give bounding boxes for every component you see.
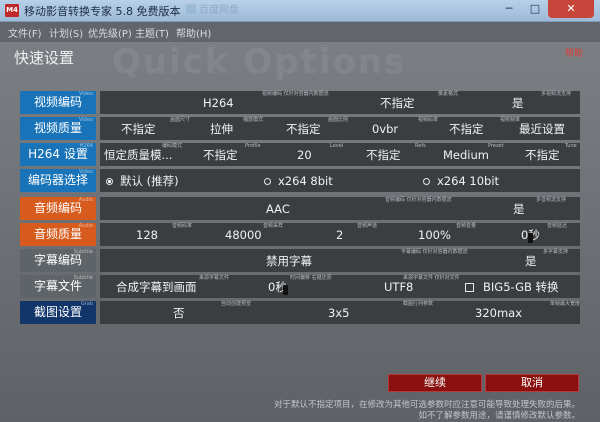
background-window-tab: 百度网盘 xyxy=(186,2,258,20)
radio-icon xyxy=(423,178,430,185)
big5-gb-checkbox[interactable]: BIG5-GB 转换 xyxy=(465,275,559,298)
video-bitrate-select[interactable]: 0vbr xyxy=(372,117,398,140)
cloud-drive-icon xyxy=(186,4,196,14)
help-link[interactable]: 帮助 xyxy=(565,46,583,59)
radio-selected-icon xyxy=(106,178,113,185)
menu-file[interactable]: 文件(F) xyxy=(8,25,42,40)
scale-mode-select[interactable]: 拉伸 xyxy=(210,117,233,140)
audio-quality-options: 音频码率 音频采样 音频声道 音频音量 音频延迟 128 48000 2 100… xyxy=(100,223,580,246)
row-video-quality: 视频质量 Video 画面尺寸 缩放模式 画面比例 视频码率 视频帧率 不指定 拉… xyxy=(20,117,580,140)
hint-text-line-2: 如不了解参数用途，请谨慎修改默认参数。 xyxy=(418,411,580,421)
multi-audio-stream-select[interactable]: 是 xyxy=(513,197,525,220)
subtitle-codec-options: 字幕编码 仅针对容器内数据流 多字幕支持 禁用字幕 是 xyxy=(100,249,580,272)
audio-codec-options: 音频编码 仅针对容器内数据流 多音频流支持 AAC 是 xyxy=(100,197,580,220)
refs-select[interactable]: 不指定 xyxy=(366,143,401,166)
window-title: 移动影音转换专家 5.8 免费版本 xyxy=(24,5,181,18)
page-title: 快速设置 xyxy=(14,49,75,67)
cancel-button[interactable]: 取消 xyxy=(485,374,579,392)
capture-options: 自动创建预览 截图行列参数 单帧最大宽度 否 3x5 320max xyxy=(100,301,580,324)
multi-video-stream-select[interactable]: 是 xyxy=(512,91,524,114)
row-audio-codec: 音频编码 Audio 音频编码 仅针对容器内数据流 多音频流支持 AAC 是 xyxy=(20,197,580,220)
audio-channels-select[interactable]: 2 xyxy=(336,223,343,246)
level-select[interactable]: 20 xyxy=(297,143,312,166)
label-audio-quality[interactable]: 音频质量 Audio xyxy=(20,223,96,246)
burn-subtitle-select[interactable]: 合成字幕到画面 xyxy=(116,275,197,298)
menu-priority[interactable]: 优先级(P) xyxy=(88,25,132,40)
audio-samplerate-select[interactable]: 48000 xyxy=(225,223,262,246)
recent-settings-select[interactable]: 最近设置 xyxy=(519,117,565,140)
audio-bitrate-select[interactable]: 128 xyxy=(136,223,158,246)
menu-theme[interactable]: 主题(T) xyxy=(135,25,169,40)
encoder-x264-8bit-radio[interactable]: x264 8bit xyxy=(264,169,333,192)
encoder-x264-10bit-radio[interactable]: x264 10bit xyxy=(423,169,499,192)
preset-select[interactable]: Medium xyxy=(443,143,489,166)
row-encoder-select: 编码器选择 Video 默认 (推荐) x264 8bit x264 10bit xyxy=(20,169,580,192)
row-capture-settings: 截图设置 Grab 自动创建预览 截图行列参数 单帧最大宽度 否 3x5 320m… xyxy=(20,301,580,324)
label-audio-codec[interactable]: 音频编码 Audio xyxy=(20,197,96,220)
row-subtitle-codec: 字幕编码 Subtitle 字幕编码 仅针对容器内数据流 多字幕支持 禁用字幕 是 xyxy=(20,249,580,272)
watermark-text: Quick Options xyxy=(112,42,407,82)
aspect-ratio-select[interactable]: 不指定 xyxy=(286,117,321,140)
auto-preview-select[interactable]: 否 xyxy=(173,301,185,324)
video-framerate-select[interactable]: 不指定 xyxy=(449,117,484,140)
row-audio-quality: 音频质量 Audio 音频码率 音频采样 音频声道 音频音量 音频延迟 128 4… xyxy=(20,223,580,246)
app-logo-icon: M4 xyxy=(5,4,19,17)
continue-button[interactable]: 继续 xyxy=(388,374,482,392)
main-panel: Quick Options 快速设置 帮助 视频编码 Video 视频编码 仅针对… xyxy=(0,42,600,422)
row-subtitle-file: 字幕文件 Subtitle 来源字幕文件 时间偏移 右键还原 来源字幕文件 仅针对… xyxy=(20,275,580,298)
menu-schedule[interactable]: 计划(S) xyxy=(49,25,83,40)
video-codec-select[interactable]: H264 xyxy=(203,91,234,114)
minimize-button[interactable]: ─ xyxy=(496,0,522,18)
frame-size-select[interactable]: 不指定 xyxy=(121,117,156,140)
h264-options: 编码模式 Profile Level Refs Preset Tune 恒定质量… xyxy=(100,143,580,166)
video-quality-options: 画面尺寸 缩放模式 画面比例 视频码率 视频帧率 不指定 拉伸 不指定 0vbr… xyxy=(100,117,580,140)
subtitle-encoding-select[interactable]: UTF8 xyxy=(384,275,413,298)
encoder-default-radio[interactable]: 默认 (推荐) xyxy=(106,169,179,192)
label-video-quality[interactable]: 视频质量 Video xyxy=(20,117,96,140)
label-h264-settings[interactable]: H264 设置 H264 xyxy=(20,143,96,166)
menu-help[interactable]: 帮助(H) xyxy=(176,25,211,40)
audio-delay-slider-handle[interactable] xyxy=(528,233,533,243)
label-subtitle-file[interactable]: 字幕文件 Subtitle xyxy=(20,275,96,298)
label-video-codec[interactable]: 视频编码 Video xyxy=(20,91,96,114)
capture-grid-select[interactable]: 3x5 xyxy=(328,301,349,324)
subtitle-file-options: 来源字幕文件 时间偏移 右键还原 来源字幕文件 仅针对文件 合成字幕到画面 0秒… xyxy=(100,275,580,298)
menu-bar: 文件(F) 计划(S) 优先级(P) 主题(T) 帮助(H) xyxy=(0,22,600,42)
video-codec-options: 视频编码 仅针对容器内数据流 像素格式 多视频流支持 H264 不指定 是 xyxy=(100,91,580,114)
radio-icon xyxy=(264,178,271,185)
tune-select[interactable]: 不指定 xyxy=(525,143,560,166)
audio-codec-select[interactable]: AAC xyxy=(266,197,290,220)
multi-subtitle-select[interactable]: 是 xyxy=(525,249,537,272)
encoder-options: 默认 (推荐) x264 8bit x264 10bit xyxy=(100,169,580,192)
maximize-button[interactable]: □ xyxy=(522,0,548,18)
row-h264-settings: H264 设置 H264 编码模式 Profile Level Refs Pres… xyxy=(20,143,580,166)
label-encoder-select[interactable]: 编码器选择 Video xyxy=(20,169,96,192)
audio-volume-select[interactable]: 100% xyxy=(418,223,451,246)
title-bar: M4 移动影音转换专家 5.8 免费版本 百度网盘 ─ □ ✕ xyxy=(0,0,600,22)
checkbox-icon xyxy=(465,283,474,292)
max-frame-width-select[interactable]: 320max xyxy=(475,301,522,324)
encode-mode-select[interactable]: 恒定质量模... xyxy=(104,143,172,166)
label-subtitle-codec[interactable]: 字幕编码 Subtitle xyxy=(20,249,96,272)
subtitle-offset-slider-handle[interactable] xyxy=(283,285,288,295)
close-button[interactable]: ✕ xyxy=(548,0,594,18)
pixel-format-select[interactable]: 不指定 xyxy=(380,91,415,114)
subtitle-codec-select[interactable]: 禁用字幕 xyxy=(266,249,312,272)
label-capture-settings[interactable]: 截图设置 Grab xyxy=(20,301,96,324)
profile-select[interactable]: 不指定 xyxy=(203,143,238,166)
row-video-codec: 视频编码 Video 视频编码 仅针对容器内数据流 像素格式 多视频流支持 H26… xyxy=(20,91,580,114)
